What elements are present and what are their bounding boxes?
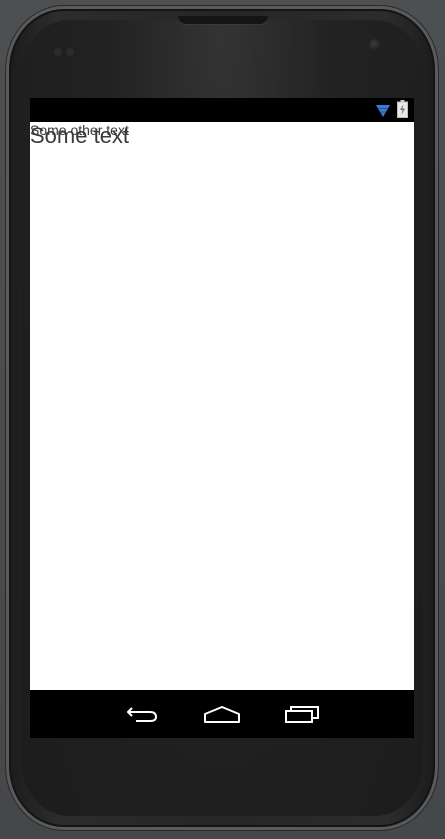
battery-charging-icon: [397, 100, 408, 118]
emulator-background: Some text Some other text: [0, 0, 445, 839]
wifi-icon: [376, 105, 390, 117]
small-text-label: Some other text: [30, 122, 129, 138]
status-bar: [30, 98, 414, 122]
device-screen: Some text Some other text: [30, 98, 414, 738]
navigation-bar: [30, 690, 414, 738]
proximity-sensor: [54, 41, 78, 56]
front-camera: [369, 39, 381, 51]
back-button[interactable]: [118, 698, 166, 730]
app-content: Some text Some other text: [30, 122, 414, 690]
home-icon: [204, 706, 240, 723]
recents-icon: [285, 706, 319, 723]
recents-button[interactable]: [278, 698, 326, 730]
speaker-grille: [178, 16, 268, 24]
back-icon: [127, 707, 158, 722]
home-button[interactable]: [198, 698, 246, 730]
